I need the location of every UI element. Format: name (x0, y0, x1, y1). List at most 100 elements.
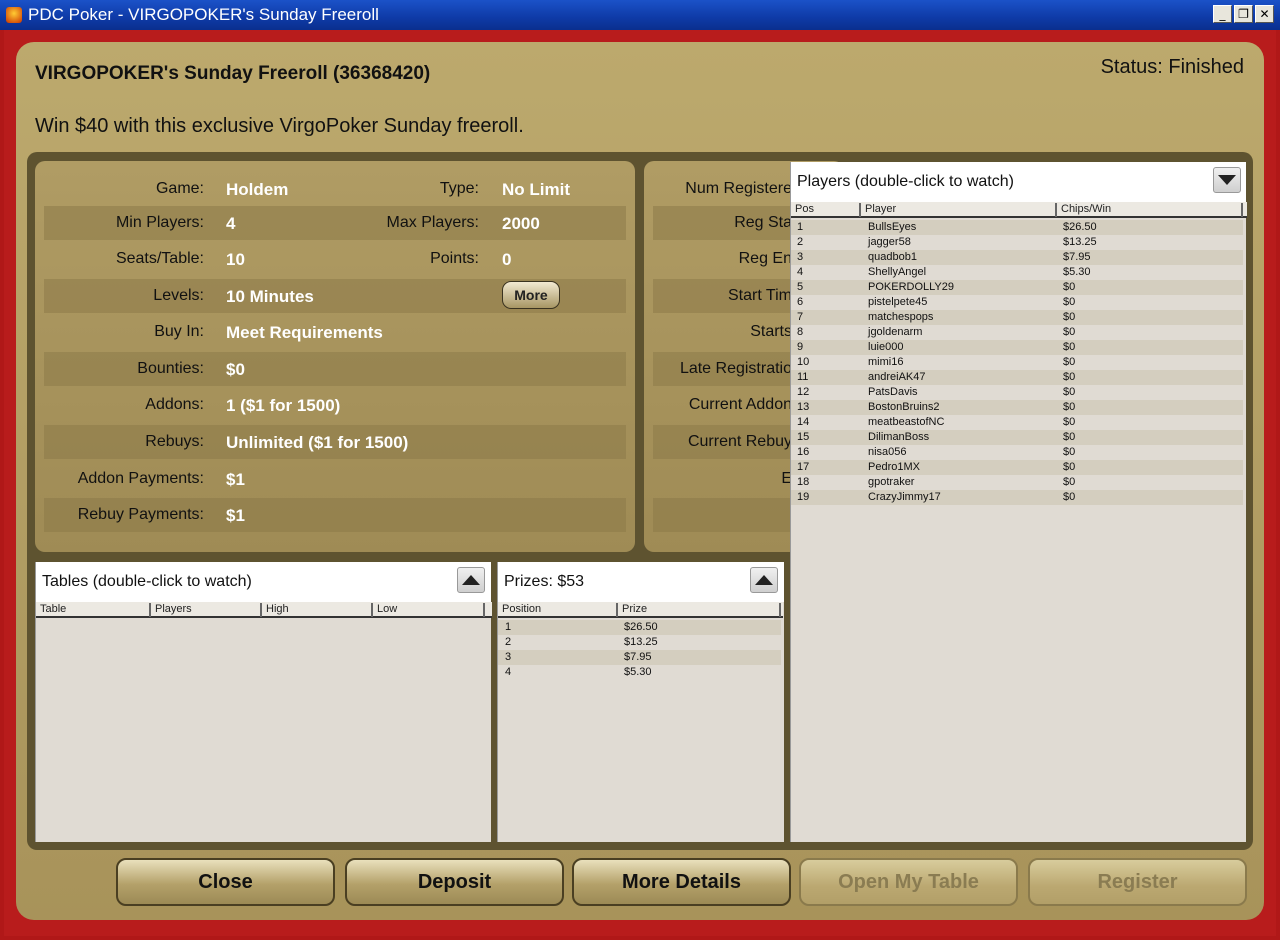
prizes-panel[interactable]: Prizes: $53 Position Prize 1 $26.50 2 $13.2… (497, 562, 784, 842)
more-button[interactable]: More (502, 281, 560, 309)
player-name: DilimanBoss (868, 431, 930, 443)
player-row[interactable]: 8 jgoldenarm $0 (791, 325, 1243, 340)
prize-amount: $5.30 (624, 666, 652, 678)
player-pos: 17 (797, 461, 810, 473)
player-row[interactable]: 7 matchespops $0 (791, 310, 1243, 325)
deposit-button[interactable]: Deposit (345, 858, 564, 906)
player-row[interactable]: 10 mimi16 $0 (791, 355, 1243, 370)
player-name: jgoldenarm (868, 326, 923, 338)
prize-position: 1 (505, 621, 512, 633)
tables-collapse-button[interactable] (457, 567, 485, 593)
col-players[interactable]: Players (151, 603, 262, 617)
starts-label: Starts (750, 323, 792, 340)
player-name: quadbob1 (868, 251, 917, 263)
player-row[interactable]: 15 DilimanBoss $0 (791, 430, 1243, 445)
player-row[interactable]: 17 Pedro1MX $0 (791, 460, 1243, 475)
player-chips: $13.25 (1063, 236, 1097, 248)
player-pos: 10 (797, 356, 810, 368)
player-row[interactable]: 16 nisa056 $0 (791, 445, 1243, 460)
player-pos: 1 (797, 221, 804, 233)
col-pos[interactable]: Pos (791, 203, 861, 217)
late-registration-label: Late Registratio (679, 360, 792, 377)
player-chips: $0 (1063, 296, 1076, 308)
open-my-table-button[interactable]: Open My Table (799, 858, 1018, 906)
start-time-label: Start Tim (727, 287, 792, 304)
player-row[interactable]: 14 meatbeastofNC $0 (791, 415, 1243, 430)
player-row[interactable]: 3 quadbob1 $7.95 (791, 250, 1243, 265)
minimize-button[interactable]: _ (1213, 5, 1232, 23)
bounties-value: $0 (226, 360, 245, 379)
tables-panel[interactable]: Tables (double-click to watch) Table Pla… (35, 562, 492, 842)
seats-label: Seats/Table: (115, 250, 204, 267)
player-row[interactable]: 13 BostonBruins2 $0 (791, 400, 1243, 415)
window-titlebar[interactable]: PDC Poker - VIRGOPOKER's Sunday Freeroll… (0, 0, 1280, 30)
chevron-up-icon (462, 575, 480, 585)
player-name: PatsDavis (868, 386, 918, 398)
player-name: CrazyJimmy17 (868, 491, 941, 503)
prize-position: 3 (505, 651, 512, 663)
more-details-button[interactable]: More Details (572, 858, 791, 906)
col-table[interactable]: Table (36, 603, 151, 617)
current-rebuy-label: Current Rebuy (687, 433, 792, 450)
player-row[interactable]: 11 andreiAK47 $0 (791, 370, 1243, 385)
player-row[interactable]: 2 jagger58 $13.25 (791, 235, 1243, 250)
player-name: ShellyAngel (868, 266, 927, 278)
player-name: luie000 (868, 341, 904, 353)
game-label: Game: (155, 180, 204, 197)
players-panel[interactable]: Players (double-click to watch) Pos Play… (790, 162, 1247, 842)
prizes-collapse-button[interactable] (750, 567, 778, 593)
player-row[interactable]: 18 gpotraker $0 (791, 475, 1243, 490)
prize-amount: $26.50 (624, 621, 658, 633)
col-chips-win[interactable]: Chips/Win (1057, 203, 1243, 217)
points-label: Points: (430, 250, 479, 267)
player-row[interactable]: 19 CrazyJimmy17 $0 (791, 490, 1243, 505)
player-pos: 8 (797, 326, 804, 338)
player-chips: $26.50 (1063, 221, 1097, 233)
player-name: andreiAK47 (868, 371, 926, 383)
player-name: POKERDOLLY29 (868, 281, 955, 293)
chevron-up-icon (755, 575, 773, 585)
player-chips: $0 (1063, 476, 1076, 488)
addon-payments-label: Addon Payments: (77, 470, 204, 487)
player-chips: $0 (1063, 371, 1076, 383)
players-collapse-button[interactable] (1213, 167, 1241, 193)
player-chips: $7.95 (1063, 251, 1091, 263)
col-player[interactable]: Player (861, 203, 1057, 217)
col-high[interactable]: High (262, 603, 373, 617)
register-button[interactable]: Register (1028, 858, 1247, 906)
player-row[interactable]: 6 pistelpete45 $0 (791, 295, 1243, 310)
addons-value: 1 ($1 for 1500) (226, 396, 341, 415)
player-row[interactable]: 1 BullsEyes $26.50 (791, 220, 1243, 235)
close-button[interactable]: Close (116, 858, 335, 906)
prize-amount: $7.95 (624, 651, 652, 663)
player-chips: $0 (1063, 386, 1076, 398)
close-window-button[interactable]: ✕ (1255, 5, 1274, 23)
player-pos: 3 (797, 251, 804, 263)
col-prize[interactable]: Prize (618, 603, 781, 617)
tables-column-header: Table Players High Low (36, 602, 492, 618)
player-row[interactable]: 12 PatsDavis $0 (791, 385, 1243, 400)
player-row[interactable]: 5 POKERDOLLY29 $0 (791, 280, 1243, 295)
player-chips: $5.30 (1063, 266, 1091, 278)
prize-row: 3 $7.95 (498, 650, 781, 665)
col-low[interactable]: Low (373, 603, 485, 617)
type-label: Type: (439, 180, 479, 197)
player-pos: 13 (797, 401, 810, 413)
player-row[interactable]: 4 ShellyAngel $5.30 (791, 265, 1243, 280)
player-row[interactable]: 9 luie000 $0 (791, 340, 1243, 355)
player-pos: 6 (797, 296, 804, 308)
player-name: jagger58 (868, 236, 911, 248)
reg-start-label: Reg Sta (734, 214, 792, 231)
col-position[interactable]: Position (498, 603, 618, 617)
addon-payments-value: $1 (226, 470, 245, 489)
max-players-value: 2000 (502, 214, 540, 233)
levels-label: Levels: (153, 287, 204, 304)
players-column-header: Pos Player Chips/Win (791, 202, 1247, 218)
tables-header: Tables (double-click to watch) (36, 562, 491, 602)
player-name: Pedro1MX (868, 461, 920, 473)
maximize-button[interactable]: ❐ (1234, 5, 1253, 23)
player-name: gpotraker (868, 476, 915, 488)
player-chips: $0 (1063, 461, 1076, 473)
schedule-row-band (653, 498, 793, 532)
player-pos: 12 (797, 386, 810, 398)
